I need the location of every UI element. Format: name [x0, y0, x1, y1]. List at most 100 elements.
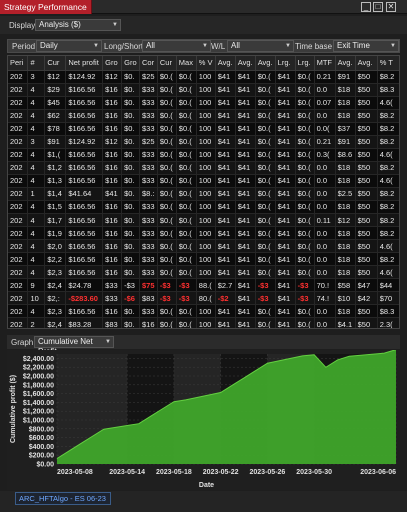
table-cell: $41 [275, 213, 296, 228]
column-header[interactable]: MTF [314, 56, 336, 71]
table-row[interactable]: 202 4 $1,7 $166.56 $16 $0. $33 $0.($0.(100 $41 $4… [8, 213, 399, 228]
column-header[interactable]: Net profit [65, 56, 104, 71]
table-cell: $0.( [157, 200, 177, 215]
table-row[interactable]: 202 4 $2,3 $166.56 $16 $0. $33 $0.($0.(100 $41 $4… [8, 304, 399, 319]
table-cell: $0.( [295, 109, 315, 123]
table-cell: 100 [196, 226, 216, 241]
table-row[interactable]: 202 4 $1,($166.56 $16 $0. $33 $0.($0.(100 $41 $4… [8, 148, 399, 162]
table-row[interactable]: 202 4 $2,3 $166.56 $16 $0. $33 $0.($0.(100 $41 $4… [8, 265, 399, 280]
table-row[interactable]: 202 4 $1,3 $166.56 $16 $0. $33 $0.($0.(100 $41 $4… [8, 174, 399, 188]
table-cell: $18 [335, 265, 356, 280]
column-header[interactable]: Cur [157, 56, 177, 71]
table-cell: 3 [27, 135, 46, 149]
column-header[interactable]: Avg. [255, 56, 276, 71]
y-tick-label: $2,000.00 [23, 374, 54, 381]
table-row[interactable]: 202 1 $1,4 $41.64 $41 $0. $8.: $0.($0.(100 $41 $4… [8, 187, 399, 201]
column-header[interactable]: # [27, 56, 46, 71]
table-cell: $0. [121, 70, 140, 84]
table-cell: 202 [8, 252, 29, 267]
table-cell: $41 [215, 161, 236, 175]
column-header[interactable]: Cur [44, 56, 67, 71]
table-cell: 202 [8, 174, 29, 188]
table-row[interactable]: 202 4 $1,2 $166.56 $16 $0. $33 $0.($0.(100 $41 $4… [8, 161, 399, 175]
table-row[interactable]: 202 10 $2,: -$283.60 $33 -$6 $83 -$3 -$3 80.(-$2 $… [8, 291, 399, 306]
column-header[interactable]: Gro [121, 56, 140, 71]
table-row[interactable]: 202 4 $29 $166.56 $16 $0. $33 $0.($0.(100 $41 $41… [8, 83, 399, 97]
table-cell: $0.( [295, 239, 315, 254]
longshort-select[interactable]: All ▼ [142, 40, 211, 52]
table-cell: $0.( [255, 161, 276, 175]
wl-label: W/L [211, 42, 226, 51]
column-header[interactable]: Lrg. [275, 56, 296, 71]
x-tick-label: 2023-05-22 [203, 469, 239, 476]
table-cell: $41 [215, 148, 236, 162]
table-cell: $1,5 [44, 200, 67, 215]
table-cell: 1 [27, 187, 46, 201]
longshort-select-value: All [146, 41, 155, 50]
timebase-select[interactable]: Exit Time ▼ [333, 40, 399, 52]
column-header[interactable]: Gro [102, 56, 123, 71]
table-cell: $166.56 [65, 109, 104, 123]
table-cell: $0.( [295, 83, 315, 97]
table-row[interactable]: 202 4 $1,5 $166.56 $16 $0. $33 $0.($0.(100 $41 $4… [8, 200, 399, 215]
table-row[interactable]: 202 4 $45 $166.56 $16 $0. $33 $0.($0.(100 $41 $41… [8, 96, 399, 110]
table-cell: $0. [121, 200, 140, 215]
table-cell: $0.( [295, 161, 315, 175]
maximize-button[interactable]: □ [373, 2, 383, 12]
table-row[interactable]: 202 2 $2,4 $83.28 $83 $0. $16 $0.($0.(100 $41 $41… [8, 317, 399, 328]
table-cell: 100 [196, 70, 216, 84]
strategy-tab[interactable]: ARC_HFTAlgo - ES 06-23 [15, 492, 111, 505]
graph-select[interactable]: Cumulative Net Profit ▼ [34, 336, 114, 356]
performance-table[interactable]: Peri # Cur Net profit Gro Gro Cor Cur Max% V Avg.… [7, 55, 400, 329]
minimize-button[interactable]: _ [361, 2, 371, 12]
display-select[interactable]: Analysis ($) ▼ [35, 19, 121, 31]
table-cell: $41 [235, 135, 256, 149]
table-row[interactable]: 202 4 $2,2 $166.56 $16 $0. $33 $0.($0.(100 $41 $4… [8, 252, 399, 267]
table-cell: 202 [8, 122, 29, 136]
table-cell: $41 [275, 278, 296, 293]
column-header[interactable]: % V [196, 56, 216, 71]
table-cell: $42 [355, 291, 378, 306]
table-cell: 0.0 [314, 83, 336, 97]
table-row[interactable]: 202 9 $2,4 $24.78 $33 -$3 $75 -$3 -$3 88.($2.7 $41… [8, 278, 399, 293]
table-cell: $41 [215, 226, 236, 241]
table-cell: 100 [196, 239, 216, 254]
column-header[interactable]: Peri [8, 56, 29, 71]
table-cell: $41 [215, 174, 236, 188]
column-header[interactable]: Avg. [235, 56, 256, 71]
table-cell: 100 [196, 304, 216, 319]
table-cell: $50 [355, 161, 378, 175]
column-header[interactable]: Avg. [335, 56, 356, 71]
table-cell: 100 [196, 148, 216, 162]
table-cell: $8.2 [377, 252, 399, 267]
period-select[interactable]: Daily ▼ [36, 40, 102, 52]
wl-select[interactable]: All ▼ [227, 40, 294, 52]
table-row[interactable]: 202 4 $1,9 $166.56 $16 $0. $33 $0.($0.(100 $41 $4… [8, 226, 399, 241]
table-cell: $0.( [157, 161, 177, 175]
table-row[interactable]: 202 4 $78 $166.56 $16 $0. $33 $0.($0.(100 $41 $41… [8, 122, 399, 136]
column-header[interactable]: Cor [139, 56, 158, 71]
graph-bar: Graph Cumulative Net Profit ▼ [7, 335, 400, 356]
table-cell: $41 [215, 200, 236, 215]
table-cell: $16 [102, 213, 123, 228]
table-row[interactable]: 202 4 $2,0 $166.56 $16 $0. $33 $0.($0.(100 $41 $4… [8, 239, 399, 254]
column-header[interactable]: Max [176, 56, 197, 71]
table-cell: $41 [215, 83, 236, 97]
y-tick-label: $800.00 [29, 426, 54, 433]
column-header[interactable]: Lrg. [295, 56, 315, 71]
table-cell: $1,4 [44, 187, 67, 201]
table-row[interactable]: 202 4 $62 $166.56 $16 $0. $33 $0.($0.(100 $41 $41… [8, 109, 399, 123]
table-cell: 202 [8, 135, 29, 149]
table-cell: -$2 [215, 291, 236, 306]
table-cell: $16 [102, 122, 123, 136]
column-header[interactable]: Avg. [215, 56, 236, 71]
table-row[interactable]: 202 3 $12 $124.92 $12 $0. $25 $0.($0.(100 $41 $41… [8, 70, 399, 84]
close-button[interactable]: ✕ [386, 2, 396, 12]
table-cell: $0.( [176, 239, 197, 254]
table-cell: $33 [139, 226, 158, 241]
table-cell: 202 [8, 317, 29, 328]
table-row[interactable]: 202 3 $91 $124.92 $12 $0. $25 $0.($0.(100 $41 $41… [8, 135, 399, 149]
column-header[interactable]: Avg. [355, 56, 378, 71]
column-header[interactable]: % T [377, 56, 399, 71]
table-cell: $18 [335, 239, 356, 254]
